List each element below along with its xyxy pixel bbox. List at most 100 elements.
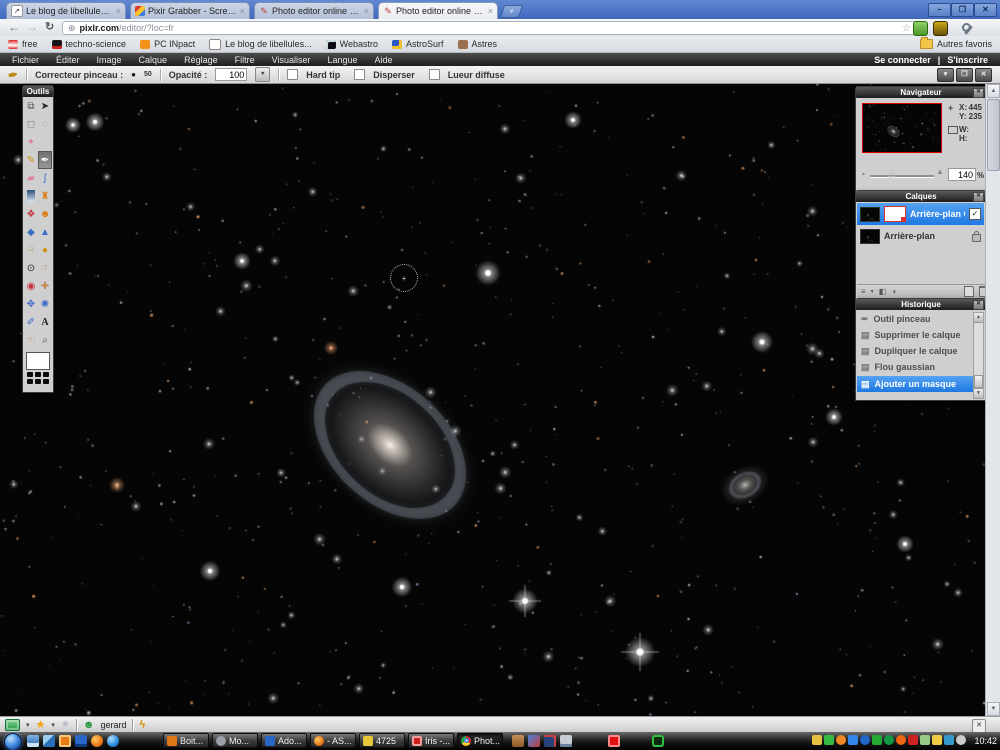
extension-icon-robot[interactable]	[913, 21, 928, 36]
layers-panel-title[interactable]: Calques	[856, 191, 986, 202]
layer-mask-thumbnail[interactable]	[884, 206, 906, 222]
image-canvas-galaxy-photo[interactable]	[0, 84, 1000, 716]
tab-close-icon[interactable]: ×	[364, 7, 369, 16]
zoom-slider-thumb[interactable]: △	[888, 168, 895, 179]
history-item[interactable]: ✒ Outil pinceau	[857, 311, 975, 327]
toolbar-app-icon[interactable]	[528, 735, 540, 747]
color-picker-tool[interactable]: ✐	[24, 313, 38, 331]
crop-tool[interactable]: ⧉	[24, 97, 38, 115]
clock[interactable]: 10:42	[974, 736, 997, 746]
bluetooth-icon[interactable]	[860, 735, 870, 745]
menu-visualiser[interactable]: Visualiser	[272, 55, 311, 65]
bookmark-astres[interactable]: Astres	[457, 39, 497, 49]
disperser-checkbox[interactable]	[354, 69, 366, 80]
scrollbar-thumb[interactable]	[974, 375, 983, 388]
menu-langue[interactable]: Langue	[327, 55, 357, 65]
browser-tab-4-active[interactable]: ✎ Photo editor online / free... ×	[378, 2, 498, 19]
pixlr-close-button[interactable]: ✕	[975, 67, 992, 82]
bookmark-libellules[interactable]: Le blog de libellules...	[209, 38, 312, 50]
pinch-tool[interactable]: ✺	[38, 295, 52, 313]
bookmark-star-icon[interactable]: ☆	[902, 23, 911, 34]
screen-recorder-icon[interactable]	[652, 735, 664, 747]
spray-tool[interactable]: ∫	[38, 169, 52, 187]
tray-icon[interactable]	[836, 735, 846, 745]
show-desktop-icon[interactable]	[27, 735, 39, 747]
menu-reglage[interactable]: Réglage	[184, 55, 218, 65]
grabber-icon[interactable]	[5, 718, 20, 731]
update-icon[interactable]	[884, 735, 894, 745]
history-scrollbar[interactable]: ▲ ▼	[973, 312, 984, 399]
menu-calque[interactable]: Calque	[139, 55, 168, 65]
lasso-tool[interactable]: ◌	[38, 115, 52, 133]
spot-heal-tool[interactable]: ✚	[38, 277, 52, 295]
move-tool[interactable]: ➤	[38, 97, 52, 115]
extension-icon-grabber[interactable]	[933, 21, 948, 36]
favorites-star-icon[interactable]: ★	[36, 719, 46, 730]
zoom-slider-track[interactable]	[870, 175, 934, 178]
layer-settings-caret-icon[interactable]: ▾	[871, 287, 874, 297]
dodge-tool[interactable]: ⊙	[24, 259, 38, 277]
browser-tab-1[interactable]: ➚ Le blog de libellules.ch ×	[6, 2, 126, 19]
lueur-diffuse-checkbox[interactable]	[428, 69, 440, 80]
navigator-thumbnail[interactable]	[862, 103, 942, 153]
volume-icon[interactable]	[956, 735, 966, 745]
task-button-2[interactable]: Mo...	[212, 733, 258, 748]
menu-filtre[interactable]: Filtre	[235, 55, 255, 65]
layer-settings-icon[interactable]: ≡	[861, 287, 866, 297]
toolbar-app-icon[interactable]	[544, 735, 556, 747]
zoom-value-input[interactable]	[948, 168, 976, 181]
history-item[interactable]: ▤ Dupliquer le calque	[857, 343, 975, 359]
other-bookmarks-button[interactable]: Autres favoris	[919, 37, 992, 49]
folder-tray-icon[interactable]	[932, 735, 942, 745]
sponge-tool[interactable]: ●	[38, 241, 52, 259]
hand-tool[interactable]: ☜	[24, 331, 38, 349]
task-button-3[interactable]: Ado...	[261, 733, 307, 748]
scroll-up-icon[interactable]: ▲	[974, 313, 983, 323]
layers-close-icon[interactable]: ✕	[973, 192, 984, 202]
eraser-tool[interactable]: ▰	[24, 169, 38, 187]
back-icon[interactable]: ←	[8, 20, 20, 34]
burn-tool[interactable]: ☞	[38, 259, 52, 277]
opacity-dropdown-icon[interactable]: ▾	[255, 67, 271, 82]
gradient-tool[interactable]	[24, 187, 38, 205]
user-name[interactable]: gerard	[100, 720, 126, 730]
wand-tool[interactable]: ✦	[24, 133, 38, 151]
address-bar[interactable]: ⊕ pixlr.com /editor/?loc=fr ☆	[62, 21, 917, 35]
window-restore-button[interactable]: ❐	[951, 3, 974, 17]
bookmark-astrosurf[interactable]: AstroSurf	[392, 39, 444, 49]
history-item-selected[interactable]: ▤ Ajouter un masque	[857, 376, 983, 392]
red-app-icon[interactable]	[608, 735, 620, 747]
smudge-tool[interactable]: ☟	[24, 241, 38, 259]
browser-tab-2[interactable]: Pixlr Grabber - Screen ca... ×	[130, 2, 250, 19]
menu-image[interactable]: Image	[97, 55, 122, 65]
bookmark-webastro[interactable]: Webastro	[325, 39, 378, 49]
new-layer-icon[interactable]	[964, 286, 974, 297]
opacity-input[interactable]	[215, 68, 248, 81]
scroll-up-icon[interactable]: ▲	[987, 84, 1000, 98]
navigator-panel-title[interactable]: Navigateur	[856, 87, 986, 98]
bookmark-techno-science[interactable]: techno-science	[51, 39, 126, 49]
network-icon[interactable]	[944, 735, 954, 745]
history-close-icon[interactable]: ✕	[973, 300, 984, 310]
pixlr-restore-button[interactable]: ❒	[956, 67, 973, 82]
type-tool[interactable]: A	[38, 313, 52, 331]
window-close-button[interactable]: ✕	[974, 3, 997, 17]
zoom-out-icon[interactable]: ▲	[861, 171, 866, 177]
zoom-tool[interactable]: ⌕	[38, 331, 52, 349]
sharpen-tool[interactable]: ▲	[38, 223, 52, 241]
forward-icon[interactable]: →	[26, 20, 38, 34]
history-item[interactable]: ▤ Supprimer le calque	[857, 327, 975, 343]
clone-stamp-tool[interactable]: ♜	[38, 187, 52, 205]
browser-tab-3[interactable]: ✎ Photo editor online - Pixl... ×	[254, 2, 374, 19]
monitor-app-icon[interactable]	[75, 735, 87, 747]
bar-close-icon[interactable]: ✕	[972, 719, 986, 733]
signal-icon[interactable]	[920, 735, 930, 745]
scroll-down-icon[interactable]: ▼	[974, 388, 983, 398]
tab-close-icon[interactable]: ×	[116, 7, 121, 16]
adjustment-icon[interactable]: ◑	[891, 287, 896, 297]
layer-row-selected[interactable]: Arrière-plan Copier ✓	[857, 203, 984, 225]
bookmark-pc-inpact[interactable]: PC INpact	[140, 39, 195, 49]
pixlr-minimize-button[interactable]: ▾	[937, 67, 954, 82]
hard-tip-checkbox[interactable]	[287, 69, 299, 80]
bookmark-free[interactable]: free	[8, 39, 38, 49]
